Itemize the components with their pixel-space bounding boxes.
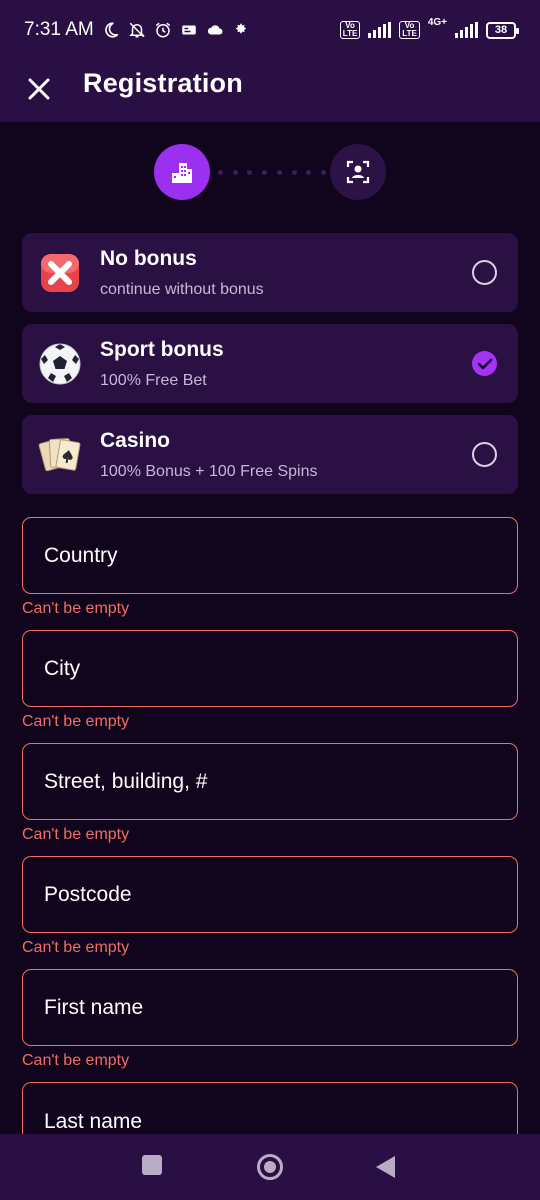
bonus-option-casino[interactable]: Casino 100% Bonus + 100 Free Spins xyxy=(22,415,518,494)
bonus-title: No bonus xyxy=(100,247,197,270)
bonus-option-no-bonus[interactable]: No bonus continue without bonus xyxy=(22,233,518,312)
header: Registration xyxy=(0,60,540,122)
checkmark-icon xyxy=(477,358,492,369)
cloud-icon xyxy=(207,25,223,35)
postcode-input[interactable] xyxy=(23,857,517,932)
volte-badge-2: Vo LTE xyxy=(399,21,420,39)
country-error: Can't be empty xyxy=(22,600,130,617)
battery-level: 38 xyxy=(494,24,508,36)
first-name-field[interactable] xyxy=(22,969,518,1046)
playing-cards-icon xyxy=(38,438,81,472)
bonus-title: Casino xyxy=(100,429,171,452)
status-right: Vo LTE Vo LTE 4G+ 38 xyxy=(339,17,519,39)
battery-icon: 38 xyxy=(486,21,519,39)
signal-strength-icon-2 xyxy=(455,22,478,38)
status-bar: 7:31 AM Vo LTE Vo LTE 4G+ 38 xyxy=(0,0,540,60)
radio-sport-bonus[interactable] xyxy=(472,351,497,376)
no-bonus-icon xyxy=(41,254,79,292)
radio-casino[interactable] xyxy=(472,442,497,467)
country-input[interactable] xyxy=(23,518,517,593)
alarm-icon xyxy=(155,22,170,38)
app-notification-icon xyxy=(235,23,246,34)
moon-icon xyxy=(104,22,119,38)
step-address[interactable] xyxy=(154,144,210,200)
network-type: 4G+ xyxy=(427,17,447,28)
street-error: Can't be empty xyxy=(22,826,130,843)
bell-off-icon xyxy=(128,22,145,38)
bonus-subtitle: 100% Free Bet xyxy=(100,372,207,389)
bonus-subtitle: continue without bonus xyxy=(100,281,264,298)
recent-apps-button[interactable] xyxy=(142,1155,162,1175)
first-name-error: Can't be empty xyxy=(22,1052,130,1069)
home-icon xyxy=(264,1161,276,1173)
city-field[interactable] xyxy=(22,630,518,707)
first-name-input[interactable] xyxy=(23,970,517,1045)
city-input[interactable] xyxy=(23,631,517,706)
close-button[interactable] xyxy=(24,71,54,107)
step-connector xyxy=(218,169,326,175)
street-field[interactable] xyxy=(22,743,518,820)
bonus-title: Sport bonus xyxy=(100,338,224,361)
system-navigation-bar xyxy=(0,1134,540,1200)
volte-badge-1: Vo LTE xyxy=(339,21,361,39)
page-title: Registration xyxy=(83,68,243,98)
city-error: Can't be empty xyxy=(22,713,130,730)
postcode-error: Can't be empty xyxy=(22,939,130,956)
last-name-field[interactable] xyxy=(22,1082,518,1160)
street-input[interactable] xyxy=(23,744,517,819)
country-field[interactable] xyxy=(22,517,518,594)
soccer-ball-icon xyxy=(39,343,81,385)
message-icon xyxy=(181,25,196,35)
face-scan-icon xyxy=(346,160,370,184)
close-icon xyxy=(28,78,50,100)
signal-strength-icon-1 xyxy=(368,22,392,38)
bonus-subtitle: 100% Bonus + 100 Free Spins xyxy=(100,463,318,480)
back-button[interactable] xyxy=(376,1156,395,1178)
registration-stepper xyxy=(0,144,540,200)
city-buildings-icon xyxy=(172,163,192,183)
step-identity[interactable] xyxy=(330,144,386,200)
status-left: 7:31 AM xyxy=(24,19,250,41)
status-time: 7:31 AM xyxy=(24,19,94,40)
postcode-field[interactable] xyxy=(22,856,518,933)
bonus-option-sport-bonus[interactable]: Sport bonus 100% Free Bet xyxy=(22,324,518,403)
home-button[interactable] xyxy=(257,1154,283,1180)
radio-no-bonus[interactable] xyxy=(472,260,497,285)
